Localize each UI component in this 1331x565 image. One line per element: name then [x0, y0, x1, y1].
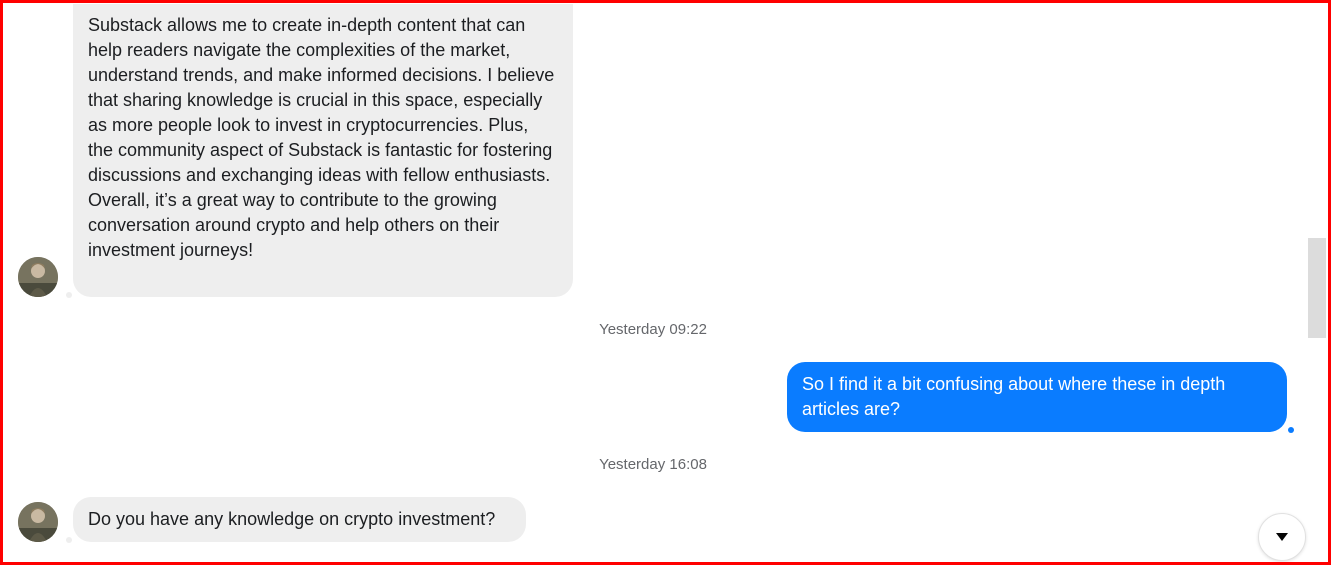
- message-text: Do you have any knowledge on crypto inve…: [88, 509, 496, 529]
- timestamp-divider: Yesterday 09:22: [599, 321, 707, 338]
- profile-photo-icon: [18, 257, 58, 297]
- message-text: Substack allows me to create in-depth co…: [88, 15, 555, 260]
- contact-avatar[interactable]: [18, 502, 58, 542]
- scroll-to-bottom-button[interactable]: [1258, 513, 1306, 561]
- incoming-message-bubble[interactable]: Do you have any knowledge on crypto inve…: [73, 497, 526, 542]
- incoming-message-bubble[interactable]: Substack allows me to create in-depth co…: [73, 4, 573, 297]
- sent-status-dot: [1288, 427, 1294, 433]
- scrollbar-thumb[interactable]: [1308, 238, 1326, 338]
- outgoing-message-bubble[interactable]: So I find it a bit confusing about where…: [787, 362, 1287, 432]
- message-text: So I find it a bit confusing about where…: [802, 374, 1226, 419]
- caret-down-icon: [1276, 533, 1288, 541]
- profile-photo-icon: [18, 502, 58, 542]
- contact-avatar[interactable]: [18, 257, 58, 297]
- message-tail: [66, 537, 72, 543]
- message-tail: [66, 292, 72, 298]
- timestamp-divider: Yesterday 16:08: [599, 456, 707, 473]
